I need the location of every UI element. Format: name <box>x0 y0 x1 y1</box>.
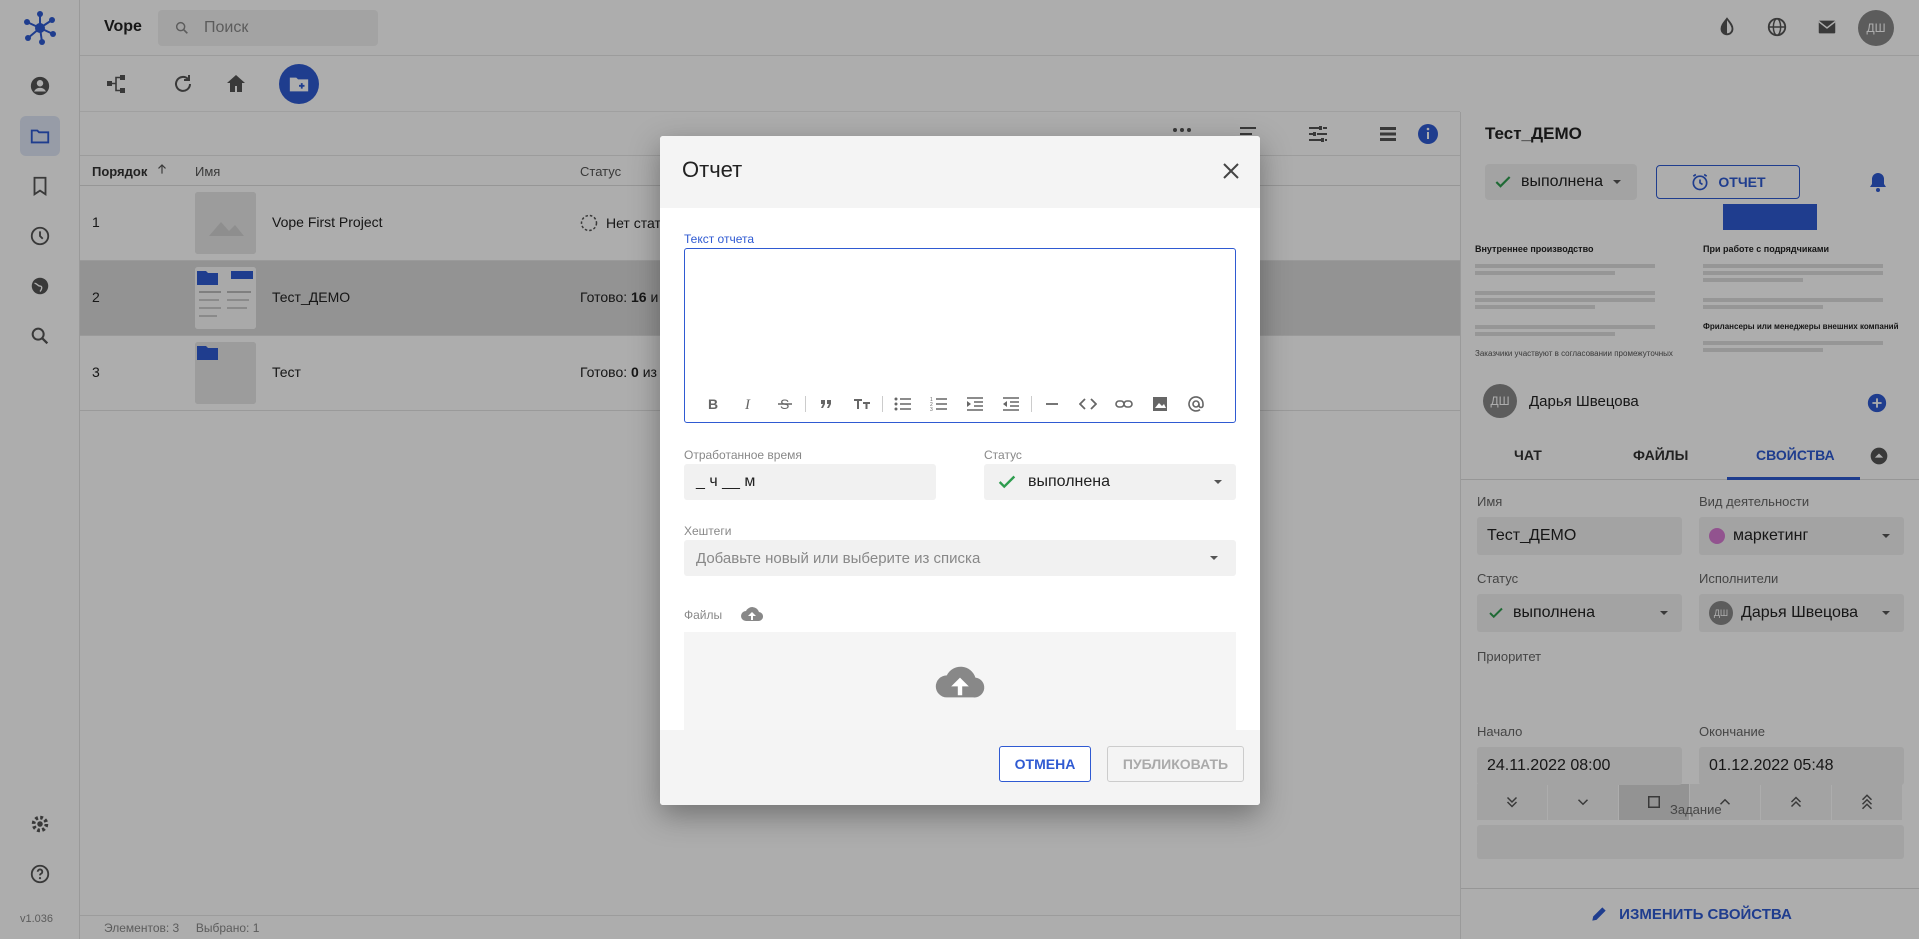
strikethrough-icon[interactable]: S <box>767 396 803 412</box>
bold-icon[interactable]: B <box>695 396 731 412</box>
horizontal-rule-icon[interactable] <box>1034 396 1070 412</box>
worked-time-input[interactable]: _ ч __ м <box>684 464 936 500</box>
toolbar-divider <box>805 396 806 412</box>
code-icon[interactable] <box>1070 396 1106 412</box>
report-text-label: Текст отчета <box>684 232 755 246</box>
worked-time-label: Отработанное время <box>684 448 802 462</box>
mention-icon[interactable] <box>1178 396 1214 412</box>
dialog-header: Отчет <box>660 136 1260 208</box>
chevron-down-icon <box>1210 556 1218 560</box>
svg-text:B: B <box>708 396 718 412</box>
close-icon[interactable] <box>1222 162 1240 180</box>
chevron-down-icon <box>1214 480 1222 484</box>
report-text-editor[interactable]: B I S 123 <box>684 248 1236 423</box>
heading-icon[interactable] <box>844 396 880 412</box>
modal-status-select[interactable]: выполнена <box>984 464 1236 500</box>
dialog-footer: ОТМЕНА ПУБЛИКОВАТЬ <box>660 730 1260 805</box>
editor-toolbar: B I S 123 <box>685 386 1235 422</box>
toolbar-divider <box>882 396 883 412</box>
check-icon <box>998 475 1016 489</box>
quote-icon[interactable] <box>808 396 844 412</box>
publish-button[interactable]: ПУБЛИКОВАТЬ <box>1107 746 1244 782</box>
image-icon[interactable] <box>1142 396 1178 412</box>
hashtags-placeholder: Добавьте новый или выберите из списка <box>696 549 981 567</box>
modal-status-label: Статус <box>984 448 1022 462</box>
indent-icon[interactable] <box>957 396 993 412</box>
upload-cloud-icon[interactable] <box>740 604 764 624</box>
modal-status-value: выполнена <box>1028 473 1111 490</box>
report-text-area[interactable] <box>685 249 1235 387</box>
cancel-button[interactable]: ОТМЕНА <box>999 746 1091 782</box>
file-dropzone[interactable] <box>684 632 1236 730</box>
hashtags-label: Хештеги <box>684 524 732 538</box>
outdent-icon[interactable] <box>993 396 1029 412</box>
report-dialog: Отчет Текст отчета B I S 123 Отработанно… <box>660 136 1260 805</box>
svg-text:3: 3 <box>930 407 933 412</box>
upload-cloud-icon <box>930 660 990 704</box>
files-label: Файлы <box>684 608 723 622</box>
italic-icon[interactable]: I <box>731 396 767 412</box>
hashtags-input[interactable]: Добавьте новый или выберите из списка <box>684 540 1236 576</box>
toolbar-divider <box>1031 396 1032 412</box>
dialog-body: Текст отчета B I S 123 Отработанное врем… <box>660 208 1260 730</box>
bullet-list-icon[interactable] <box>885 396 921 412</box>
dialog-title: Отчет <box>682 157 743 182</box>
svg-text:I: I <box>744 397 751 412</box>
numbered-list-icon[interactable]: 123 <box>921 396 957 412</box>
link-icon[interactable] <box>1106 396 1142 412</box>
